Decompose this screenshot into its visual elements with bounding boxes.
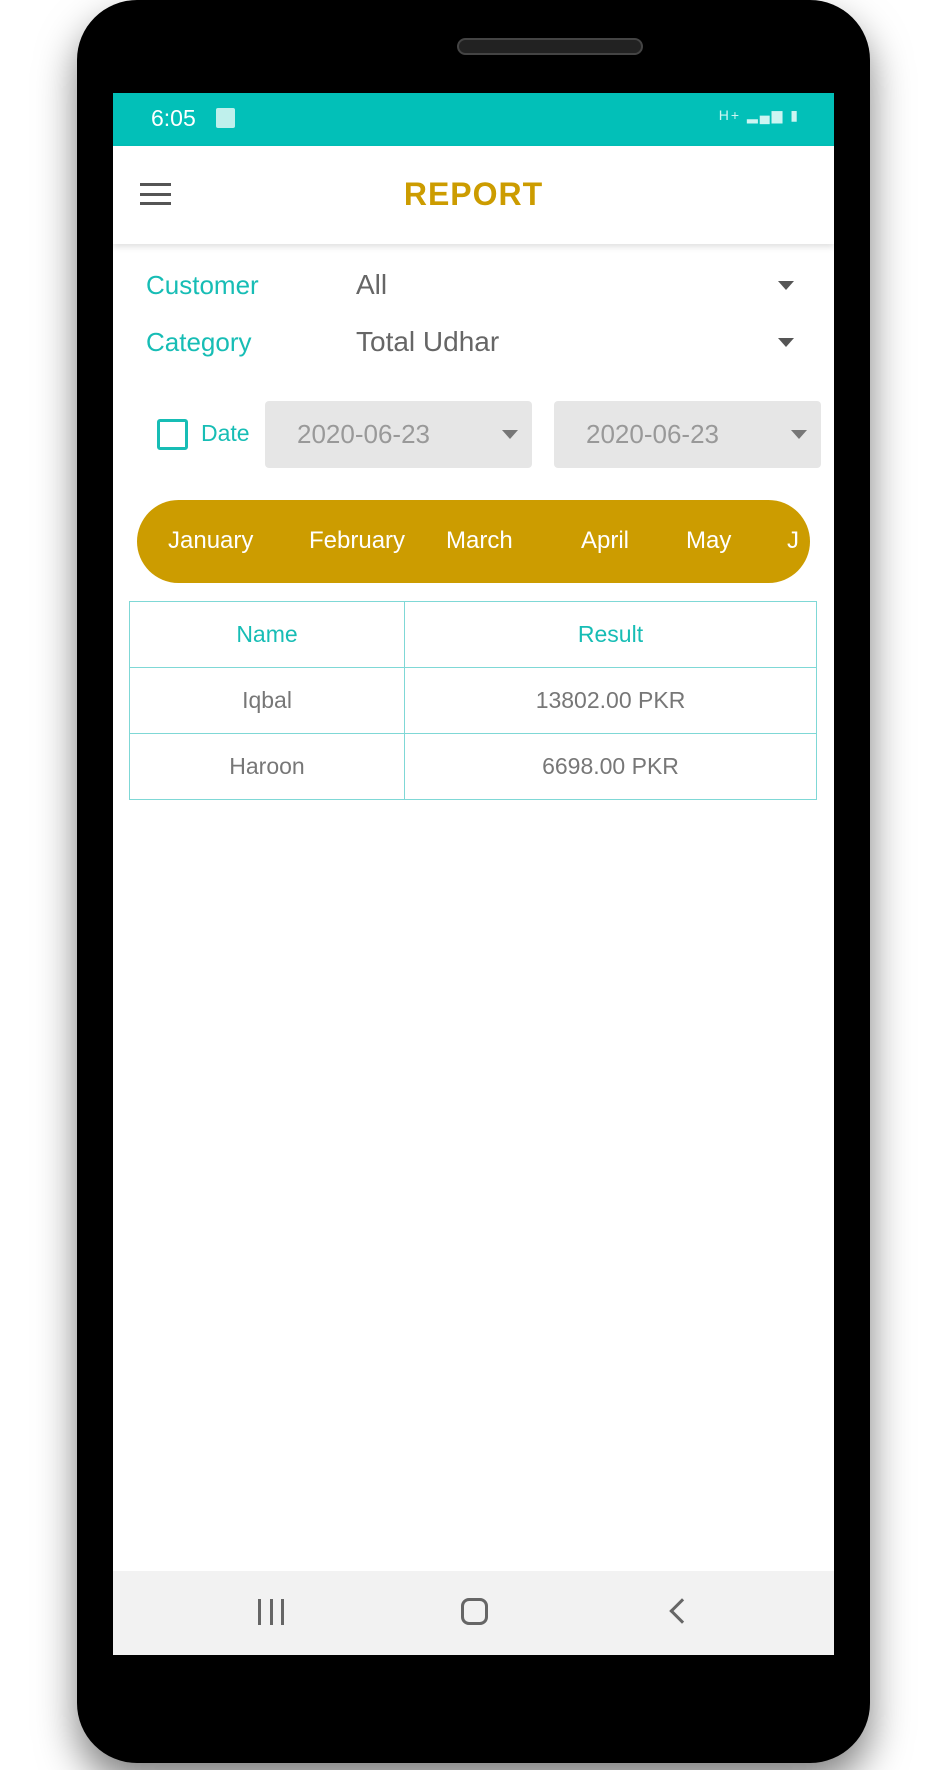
month-tab[interactable]: January [168,527,253,555]
speaker-grille [457,38,643,55]
category-label: Category [146,326,252,357]
network-type: H+ [718,107,742,123]
month-tab[interactable]: J [787,527,799,555]
table-header: Name Result [129,601,817,668]
date-to-value: 2020-06-23 [586,419,719,449]
status-bar: 6:05 H+ ▂▄▆ ▮ [113,93,834,146]
month-tab[interactable]: May [686,527,731,555]
customer-label: Customer [146,269,259,300]
cell-result: 13802.00 PKR [404,667,817,734]
app-bar: REPORT [113,146,834,244]
chevron-down-icon [778,337,794,347]
chevron-down-icon [778,280,794,290]
signal-icon: ▂▄▆ [746,107,785,123]
wifi-icon [216,108,235,128]
battery-charging-icon: ▮ [790,107,800,123]
system-nav-bar [113,1571,834,1655]
chevron-down-icon [791,430,807,439]
column-header: Result [404,601,817,668]
table-row: Haroon 6698.00 PKR [129,733,817,800]
back-icon[interactable] [669,1598,695,1624]
month-selector[interactable]: January February March April May J [137,500,810,583]
date-checkbox[interactable] [157,419,188,450]
screen: 6:05 H+ ▂▄▆ ▮ REPORT Customer All Catego… [113,93,834,1655]
table-row: Iqbal 13802.00 PKR [129,667,817,734]
category-value: Total Udhar [356,326,500,357]
page-title: REPORT [403,176,544,212]
date-from-picker[interactable]: 2020-06-23 [265,401,532,468]
column-header: Name [129,601,405,668]
status-time: 6:05 [151,105,196,131]
customer-value: All [356,269,388,300]
category-dropdown[interactable]: Category Total Udhar [146,320,794,364]
home-icon[interactable] [461,1598,488,1625]
date-to-picker[interactable]: 2020-06-23 [554,401,821,468]
chevron-down-icon [502,430,518,439]
month-tab[interactable]: March [446,527,513,555]
cell-result: 6698.00 PKR [404,733,817,800]
month-tab[interactable]: February [309,527,405,555]
recent-apps-icon[interactable] [258,1599,284,1625]
cell-name: Haroon [129,733,405,800]
date-from-value: 2020-06-23 [297,419,430,449]
cell-name: Iqbal [129,667,405,734]
month-tab[interactable]: April [581,527,629,555]
report-table: Name Result Iqbal 13802.00 PKR Haroon 6698.… [129,601,817,800]
customer-dropdown[interactable]: Customer All [146,263,794,307]
date-label: Date [201,420,250,446]
